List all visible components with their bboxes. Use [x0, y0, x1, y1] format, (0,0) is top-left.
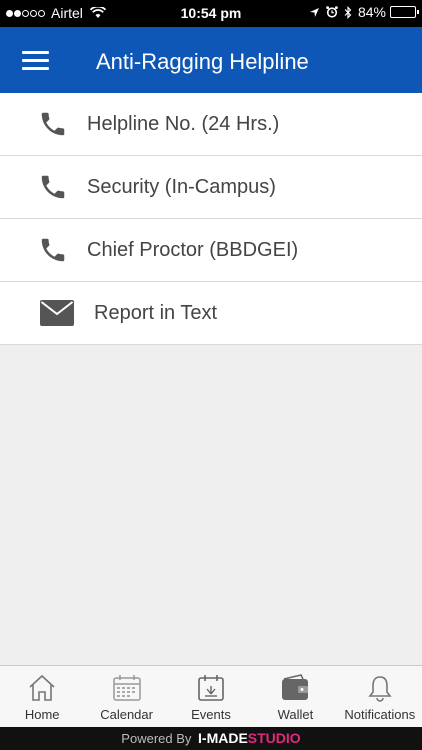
list-item-report-text[interactable]: Report in Text [0, 282, 422, 345]
list-item-helpline[interactable]: Helpline No. (24 Hrs.) [0, 93, 422, 156]
tab-label: Wallet [277, 707, 314, 722]
status-bar: Airtel 10:54 pm 84% [0, 0, 422, 27]
navigation-bar: Anti-Ragging Helpline [0, 27, 422, 93]
tab-calendar[interactable]: Calendar [84, 666, 168, 727]
list-item-label: Report in Text [94, 302, 218, 324]
tab-label: Events [191, 707, 231, 722]
phone-icon [41, 238, 65, 262]
calendar-icon [112, 675, 141, 701]
hamburger-menu-icon[interactable] [14, 47, 58, 75]
brand-name: I-MADE [198, 730, 248, 746]
brand-accent: STUDIO [247, 730, 301, 746]
tab-bar: Home Calendar Events Wallet Notification… [0, 665, 422, 727]
list-item-label: Helpline No. (24 Hrs.) [87, 113, 280, 135]
tab-events[interactable]: Events [169, 666, 253, 727]
list-item-label: Security (In-Campus) [87, 176, 276, 198]
phone-icon [41, 112, 65, 136]
helpline-list: Helpline No. (24 Hrs.) Security (In-Camp… [0, 93, 422, 345]
tab-notifications[interactable]: Notifications [338, 666, 422, 727]
tab-home[interactable]: Home [0, 666, 84, 727]
location-arrow-icon [309, 7, 319, 17]
events-icon [198, 675, 224, 701]
tab-wallet[interactable]: Wallet [253, 666, 337, 727]
wallet-icon [282, 674, 309, 700]
tab-label: Home [24, 707, 60, 722]
list-item-chief-proctor[interactable]: Chief Proctor (BBDGEI) [0, 219, 422, 282]
alarm-icon [326, 6, 338, 18]
battery-percent: 84% [357, 4, 386, 20]
tab-label: Calendar [100, 707, 153, 722]
list-item-label: Chief Proctor (BBDGEI) [87, 239, 299, 261]
list-item-security[interactable]: Security (In-Campus) [0, 156, 422, 219]
powered-by-text: Powered By [121, 731, 192, 746]
bell-icon [368, 676, 392, 702]
tab-label: Notifications [344, 707, 416, 722]
page-title: Anti-Ragging Helpline [96, 49, 309, 74]
battery-icon [390, 6, 419, 18]
phone-icon [41, 175, 65, 199]
bluetooth-icon [344, 5, 352, 19]
powered-by-footer: Powered By I-MADESTUDIO [0, 727, 422, 750]
home-icon [29, 674, 55, 701]
envelope-icon [40, 300, 74, 326]
